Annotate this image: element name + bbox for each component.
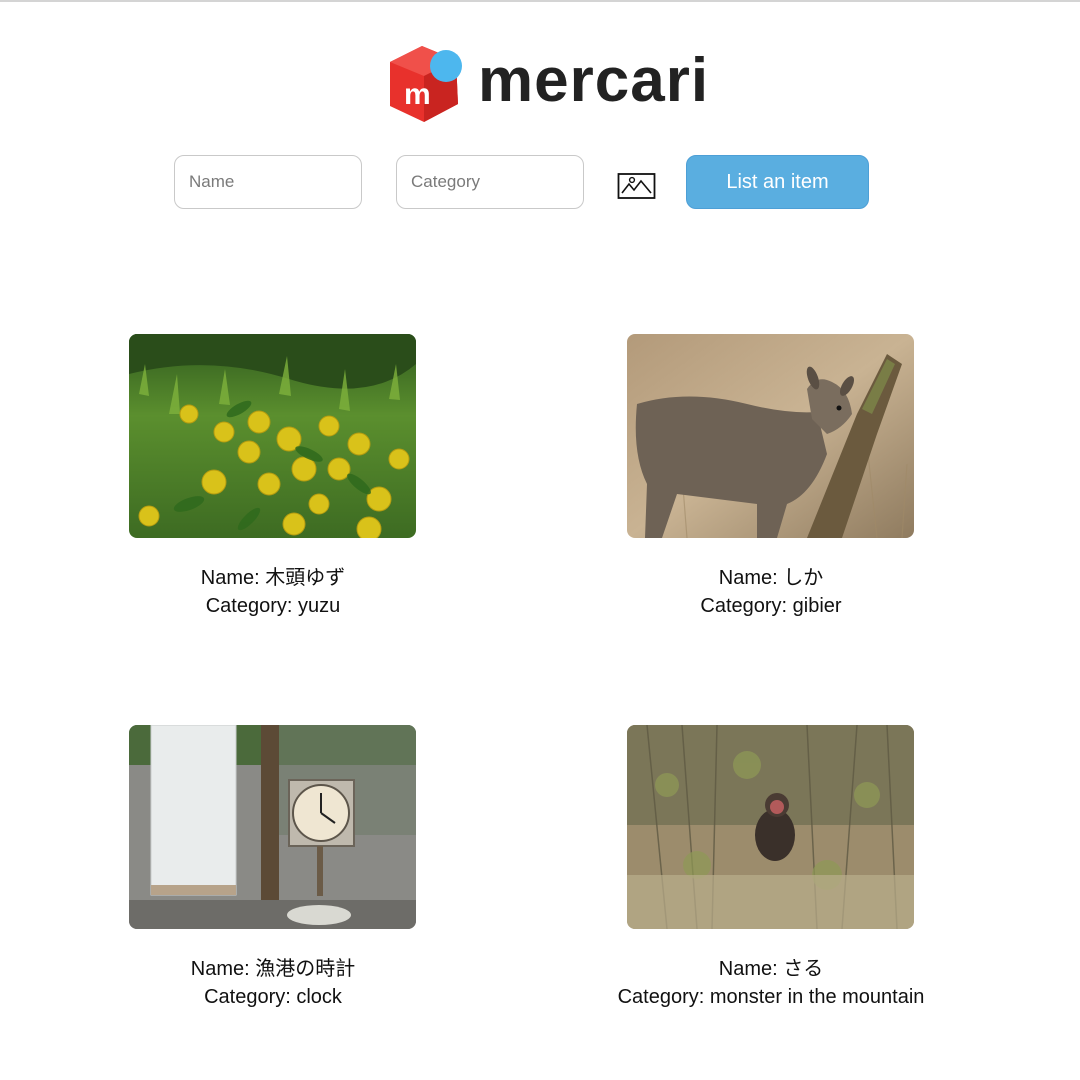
item-name: Name: さる — [718, 958, 824, 980]
top-divider — [0, 0, 1080, 2]
item-name: Name: 木頭ゆず — [200, 567, 346, 589]
item-category: Category: yuzu — [205, 595, 341, 617]
monkey-photo — [627, 725, 914, 929]
name-input[interactable] — [174, 155, 362, 209]
harbor-clock-photo — [129, 725, 416, 929]
item-name: Name: 漁港の時計 — [190, 958, 356, 980]
yuzu-fruit-photo — [129, 334, 416, 538]
list-item-button[interactable]: List an item — [686, 155, 869, 209]
mercari-logo: m mercari — [382, 42, 712, 128]
item-category: Category: monster in the mountain — [617, 986, 925, 1008]
item-category: Category: clock — [204, 986, 342, 1008]
item-category: Category: gibier — [700, 595, 842, 617]
image-upload-button[interactable] — [617, 170, 657, 202]
image-upload-icon — [617, 173, 656, 199]
category-input[interactable] — [396, 155, 584, 209]
item-name: Name: しか — [718, 567, 824, 589]
cube-letter: m — [404, 78, 431, 111]
deer-photo — [627, 334, 914, 538]
mercari-cube-icon: m — [390, 46, 462, 122]
brand-wordmark: mercari — [478, 46, 710, 115]
